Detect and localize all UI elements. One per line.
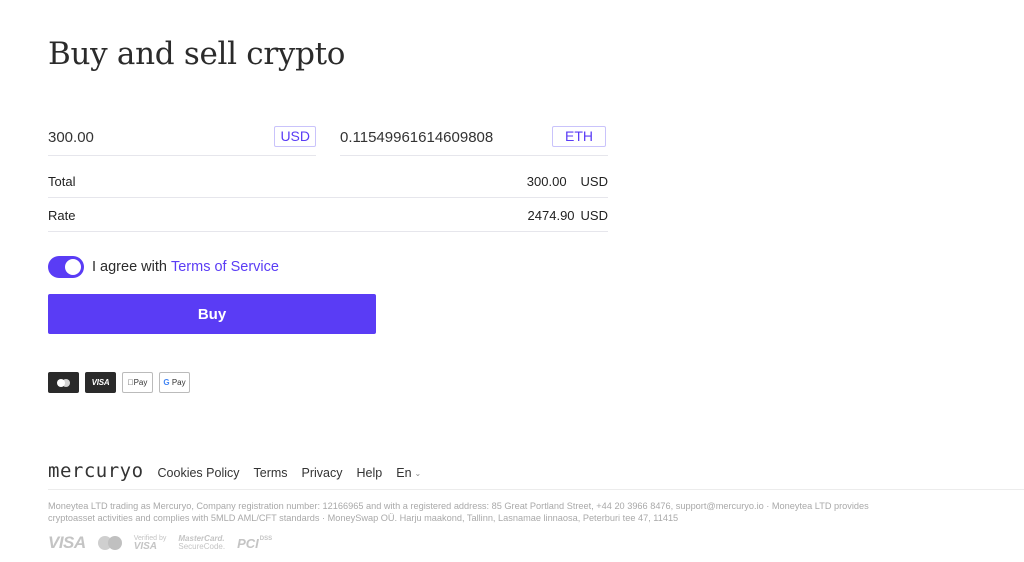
crypto-amount-input[interactable]: 0.11549961614609808 — [340, 127, 493, 146]
mastercard-logo-icon — [97, 536, 122, 550]
pci-dss-icon: PCI DSS — [237, 535, 273, 551]
rate-currency: USD — [580, 208, 608, 223]
rate-amount: 2474.90 — [527, 208, 575, 223]
visa-icon: VISA — [85, 372, 116, 393]
trust-badges: VISA Verified by VISA MasterCard. Secure… — [48, 533, 272, 553]
toggle-knob — [65, 259, 81, 275]
legal-line-1: Moneytea LTD trading as Mercuryo, Compan… — [48, 501, 869, 511]
language-label: En — [396, 466, 412, 480]
total-row: Total 300.00 USD — [48, 166, 608, 198]
footer-nav: mercuryo Cookies Policy Terms Privacy He… — [48, 460, 421, 482]
terms-of-service-link[interactable]: Terms of Service — [171, 259, 279, 275]
legal-text: Moneytea LTD trading as Mercuryo, Compan… — [48, 500, 1018, 524]
chevron-down-icon: ⌄ — [414, 468, 422, 478]
mastercard-securecode-icon: MasterCard. SecureCode. — [178, 534, 226, 551]
rate-label: Rate — [48, 208, 76, 223]
total-currency: USD — [580, 174, 608, 189]
google-pay-icon: G Pay — [159, 372, 190, 393]
apple-pay-label: Pay — [128, 378, 148, 387]
fiat-amount-input[interactable]: 300.00 — [48, 127, 94, 146]
terms-agreement: I agree with Terms of Service — [48, 256, 279, 278]
footer-link-privacy[interactable]: Privacy — [302, 466, 343, 480]
footer-divider — [48, 489, 1024, 490]
mercuryo-logo[interactable]: mercuryo — [48, 460, 144, 482]
total-amount: 300.00 — [526, 174, 567, 189]
total-label: Total — [48, 174, 76, 189]
fiat-amount-field[interactable]: 300.00 USD — [48, 118, 316, 156]
visa-logo-icon: VISA — [48, 533, 86, 552]
fiat-currency-select[interactable]: USD — [274, 126, 316, 147]
apple-pay-icon: Pay — [122, 372, 153, 393]
footer-link-terms[interactable]: Terms — [254, 466, 288, 480]
legal-line-2: cryptoasset activities and complies with… — [48, 513, 679, 523]
language-select[interactable]: En ⌄ — [396, 466, 421, 480]
terms-toggle[interactable] — [48, 256, 84, 278]
rate-row: Rate 2474.90 USD — [48, 200, 608, 232]
buy-button[interactable]: Buy — [48, 294, 376, 334]
payment-methods: VISA Pay G Pay — [48, 372, 190, 393]
footer-link-cookies-policy[interactable]: Cookies Policy — [158, 466, 240, 480]
verified-by-visa-icon: Verified by VISA — [133, 535, 167, 552]
mastercard-icon — [48, 372, 79, 393]
agreement-text: I agree with — [92, 259, 167, 275]
crypto-amount-field[interactable]: 0.11549961614609808 ETH — [340, 118, 608, 156]
footer-link-help[interactable]: Help — [357, 466, 383, 480]
page-title: Buy and sell crypto — [48, 36, 346, 72]
crypto-currency-select[interactable]: ETH — [552, 126, 606, 147]
